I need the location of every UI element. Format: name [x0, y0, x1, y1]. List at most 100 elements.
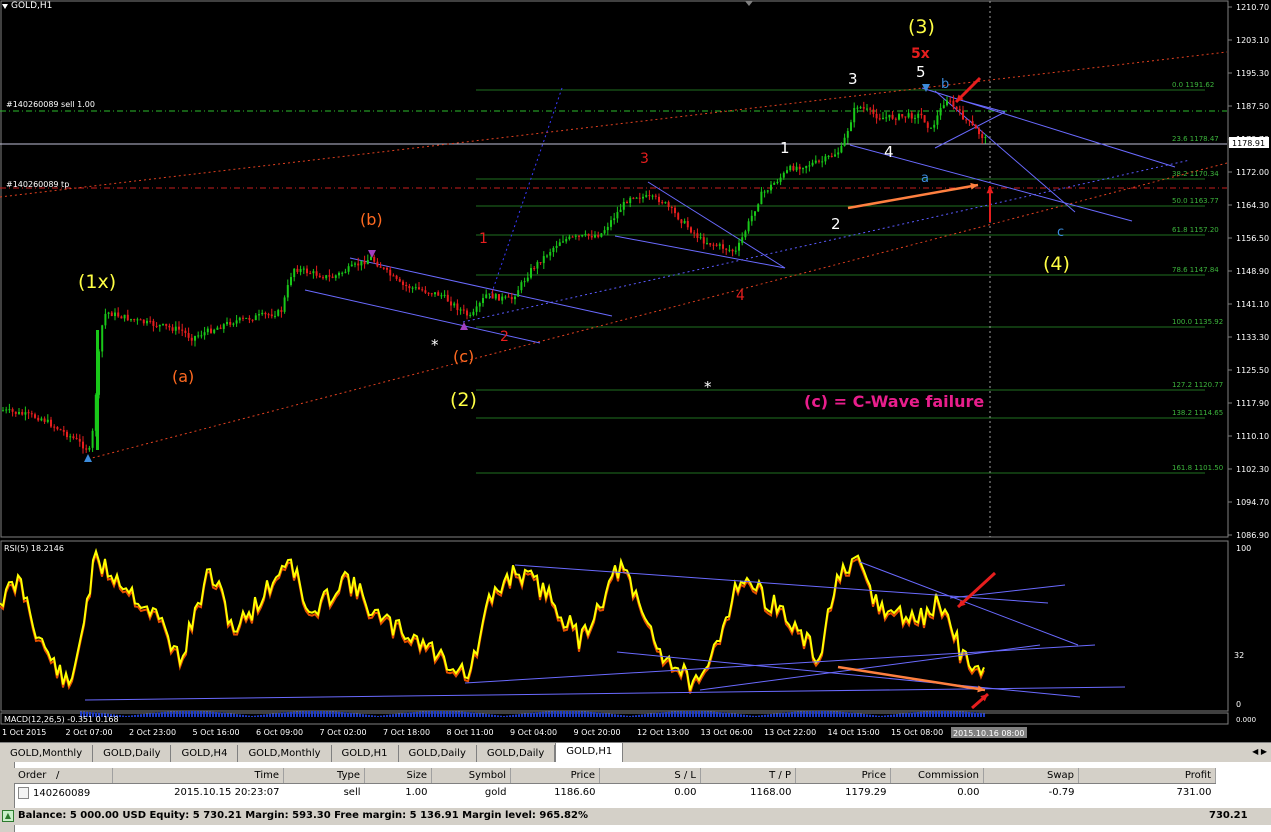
date-label: 7 Oct 18:00 [383, 728, 430, 737]
macd-bar [455, 711, 457, 717]
macd-bar [884, 715, 886, 717]
macd-bar [584, 711, 586, 717]
candle-body [946, 100, 948, 106]
macd-bar [440, 711, 442, 717]
col-sl[interactable]: S / L [599, 768, 701, 784]
tab-gold-monthly-2[interactable]: GOLD,Monthly [238, 745, 332, 763]
candle-body [834, 154, 836, 157]
macd-bar [179, 711, 181, 717]
candle-body [421, 289, 424, 291]
candle-body [187, 333, 190, 338]
candle-body [2, 410, 4, 412]
candle-body [741, 237, 744, 243]
tab-gold-h1-1[interactable]: GOLD,H1 [332, 745, 399, 763]
price-label: 1172.00 [1236, 168, 1269, 177]
macd-bar [563, 711, 565, 717]
macd-bar [155, 712, 157, 717]
candle-body [104, 313, 107, 326]
macd-bar [536, 712, 538, 717]
row-sl: 0.00 [674, 787, 697, 798]
candle-body [21, 412, 24, 415]
macd-bar [653, 713, 655, 717]
candle-body [530, 268, 532, 278]
col-time[interactable]: Time [112, 768, 284, 784]
candle-body [27, 412, 30, 414]
tab-gold-daily-2[interactable]: GOLD,Daily [399, 745, 477, 763]
candle-body [670, 206, 673, 208]
col-commission[interactable]: Commission [890, 768, 984, 784]
terminal-panel: Order / Time Type Size Symbol Price S / … [0, 762, 1271, 832]
macd-bar [416, 711, 418, 717]
date-label: 15 Oct 08:00 [891, 728, 943, 737]
row-price: 1186.60 [554, 787, 596, 798]
col-order[interactable]: Order / [14, 768, 113, 784]
macd-bar [701, 711, 703, 717]
col-profit[interactable]: Profit [1078, 768, 1216, 784]
candle-body [821, 161, 824, 163]
macd-bar [461, 711, 463, 717]
macd-bar [626, 715, 628, 717]
tab-gold-h1-active[interactable]: GOLD,H1 [555, 742, 624, 763]
macd-bar [233, 713, 235, 717]
candle-body [5, 409, 8, 411]
macd-bar [533, 712, 535, 717]
macd-bar [257, 715, 259, 717]
macd-bar [209, 711, 211, 717]
rsi-scale-100: 100 [1236, 544, 1251, 553]
col-tp[interactable]: T / P [700, 768, 796, 784]
col-size[interactable]: Size [364, 768, 432, 784]
macd-bar [623, 715, 625, 717]
macd-bar [170, 711, 172, 717]
candle-body [558, 242, 561, 246]
table-row[interactable]: 140260089 2015.10.15 20:23:07 sell 1.00 … [14, 784, 1216, 802]
macd-bar [515, 714, 517, 717]
candle-body [763, 191, 766, 193]
wave-c: c [1057, 225, 1064, 240]
macd-bar [716, 711, 718, 717]
symbol-dropdown-icon[interactable] [2, 3, 8, 9]
tab-gold-daily-1[interactable]: GOLD,Daily [93, 745, 172, 763]
trend-line [462, 159, 1191, 323]
candle-body [274, 315, 276, 317]
tab-gold-daily-3[interactable]: GOLD,Daily [477, 745, 556, 763]
candle-body [600, 233, 603, 237]
tab-gold-monthly-1[interactable]: GOLD,Monthly [0, 745, 94, 763]
macd-bar [311, 711, 313, 717]
candle-body [910, 113, 913, 119]
candle-body [450, 301, 452, 306]
orders-table: Order / Time Type Size Symbol Price S / … [14, 768, 1216, 801]
macd-bar [650, 713, 652, 717]
candle-body [926, 122, 929, 128]
col-price2[interactable]: Price [795, 768, 891, 784]
price-chart[interactable]: 0.0 1191.62 23.6 1178.47 38.2 1170.34 50.0 … [0, 0, 1271, 742]
trend-line [349, 257, 613, 317]
macd-bar [545, 711, 547, 717]
candle-body [658, 196, 660, 203]
col-swap[interactable]: Swap [983, 768, 1079, 784]
col-symbol[interactable]: Symbol [431, 768, 511, 784]
tab-scroll-arrows-icon[interactable]: ◀ ▶ [1252, 747, 1267, 756]
date-label: 2 Oct 07:00 [66, 728, 113, 737]
col-price[interactable]: Price [510, 768, 600, 784]
macd-bar [125, 715, 127, 717]
chart-area[interactable]: 0.0 1191.62 23.6 1178.47 38.2 1170.34 50.0 … [0, 0, 1271, 742]
candle-body [846, 131, 849, 138]
macd-bar [578, 711, 580, 717]
macd-bar [176, 711, 178, 717]
tab-gold-h4[interactable]: GOLD,H4 [171, 745, 239, 763]
candle-body [222, 324, 225, 329]
candle-body [613, 218, 616, 221]
macd-bar [872, 715, 874, 717]
candle-body [690, 227, 692, 233]
date-current-label: 2015.10.16 08:00 [953, 729, 1024, 738]
price-label: 1203.10 [1236, 36, 1269, 45]
candle-body [853, 108, 856, 123]
col-type[interactable]: Type [283, 768, 365, 784]
macd-bar [161, 712, 163, 717]
wave-red-3: 3 [640, 151, 649, 167]
candle-body [942, 105, 945, 109]
candle-body [568, 236, 571, 240]
price-label: 1156.50 [1236, 234, 1269, 243]
wave-2: 2 [831, 215, 841, 233]
macd-bar [308, 711, 310, 717]
